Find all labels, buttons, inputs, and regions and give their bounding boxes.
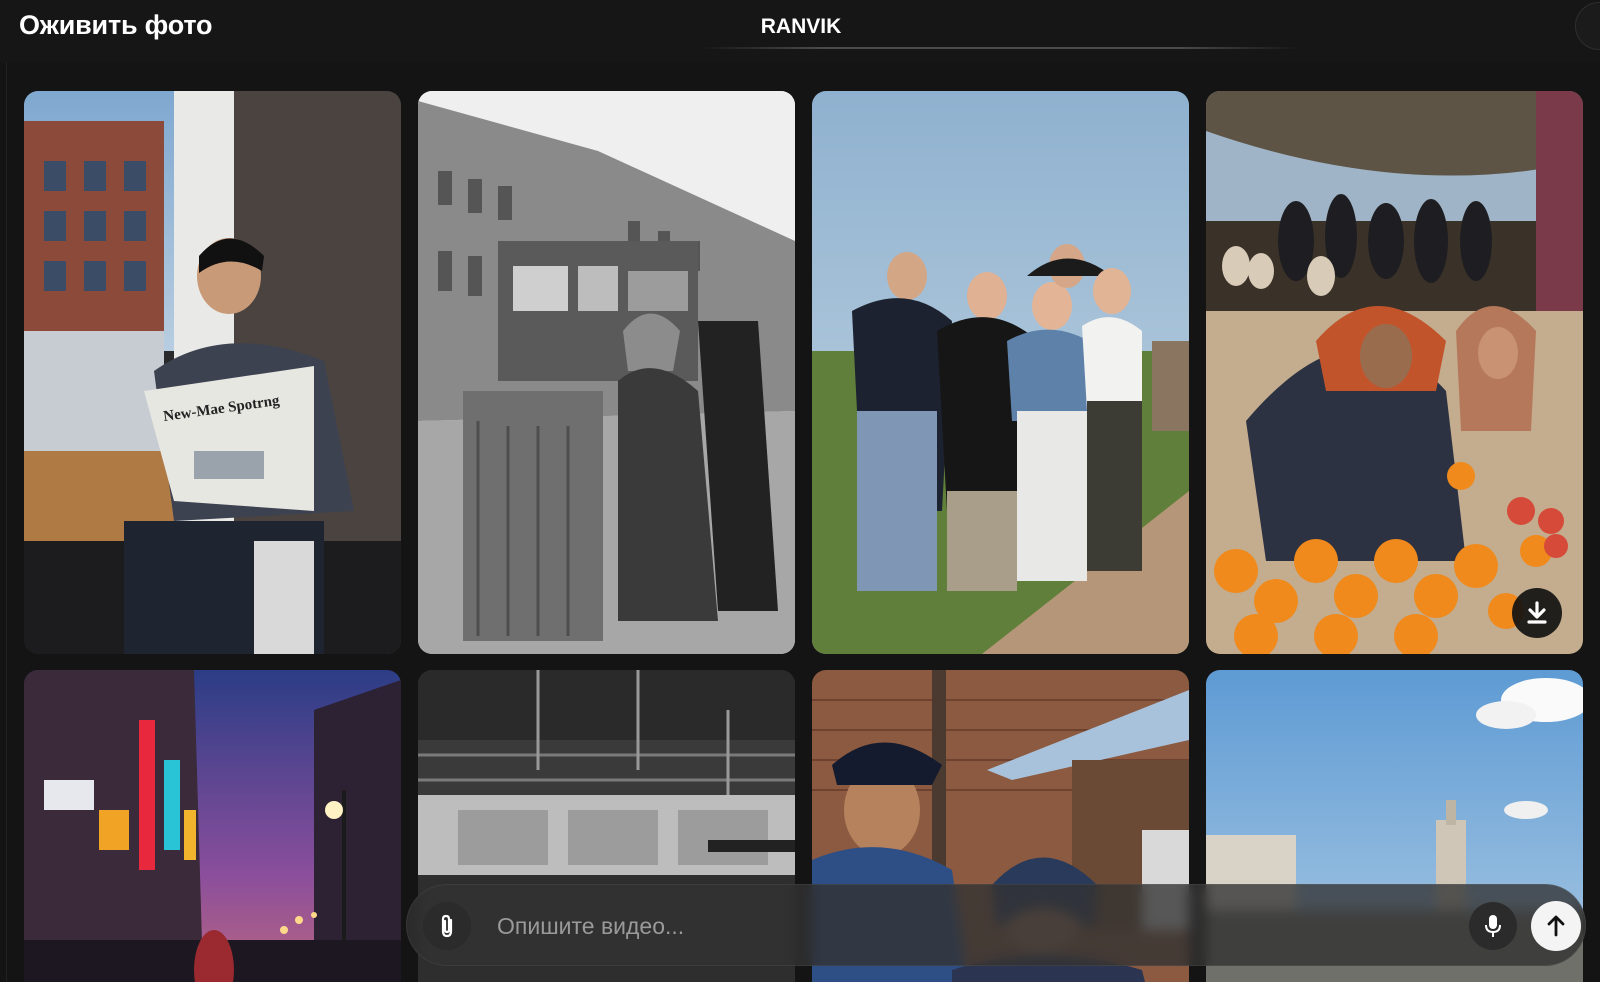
group-of-friends-photo — [812, 91, 1189, 654]
microphone-icon — [1485, 915, 1501, 937]
market-oranges-photo — [1206, 91, 1583, 654]
brand-divider — [700, 47, 1300, 49]
brand-name: RANVIK — [760, 15, 842, 38]
profile-button[interactable] — [1575, 2, 1600, 50]
gallery-item-neon-street[interactable] — [24, 670, 401, 982]
neon-street-night-photo — [24, 670, 401, 982]
gallery-item-man-reading[interactable]: New-Mae Spotrng — [24, 91, 401, 654]
send-button[interactable] — [1531, 901, 1581, 951]
paperclip-icon — [441, 914, 453, 938]
prompt-bar — [406, 884, 1586, 966]
gallery-item-old-tram[interactable] — [418, 91, 795, 654]
gallery-item-friends[interactable] — [812, 91, 1189, 654]
sidebar-edge — [6, 62, 7, 982]
gallery-item-market[interactable] — [1206, 91, 1583, 654]
download-button[interactable] — [1512, 588, 1562, 638]
old-street-tram-photo — [418, 91, 795, 654]
download-icon — [1527, 601, 1547, 624]
top-bar: Оживить фото RANVIK — [0, 0, 1600, 62]
arrow-up-icon — [1547, 915, 1565, 937]
man-reading-newspaper-photo: New-Mae Spotrng — [24, 91, 401, 654]
video-description-input[interactable] — [497, 905, 1397, 947]
microphone-button[interactable] — [1469, 902, 1517, 950]
attach-button[interactable] — [423, 902, 471, 950]
